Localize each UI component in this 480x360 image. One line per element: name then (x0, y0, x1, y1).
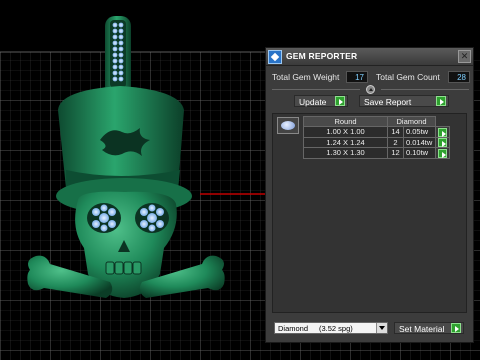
gem-size: 1.24 X 1.24 (303, 136, 388, 149)
gem-count: 14 (387, 126, 404, 138)
gem-weight: 0.10tw (403, 147, 436, 159)
panel-title: GEM REPORTER (286, 51, 358, 61)
column-header-material: Diamond (387, 116, 436, 127)
table-row[interactable]: 1.24 X 1.24 2 0.014tw (303, 136, 450, 149)
material-specific-gravity: (3.52 spg) (319, 324, 353, 333)
total-count-field: 28 (448, 71, 470, 83)
column-header-shape: Round (303, 116, 388, 127)
update-button-label: Update (299, 97, 327, 107)
total-weight-field: 17 (346, 71, 368, 83)
set-material-button[interactable]: Set Material (394, 322, 464, 334)
gem-count: 2 (387, 136, 404, 149)
gem-table: Round Diamond 1.00 X 1.00 14 0.05tw 1.24… (303, 116, 450, 159)
collapse-up-icon[interactable] (366, 85, 375, 94)
gem-list: Round Diamond 1.00 X 1.00 14 0.05tw 1.24… (272, 113, 467, 313)
gem-size: 1.00 X 1.00 (303, 126, 388, 138)
gem-size: 1.30 X 1.30 (303, 147, 388, 159)
save-report-button[interactable]: Save Report (359, 95, 449, 107)
play-arrow-icon[interactable] (438, 127, 447, 137)
play-arrow-icon (436, 96, 446, 106)
save-report-button-label: Save Report (364, 97, 412, 107)
gem-weight: 0.05tw (403, 126, 436, 138)
gem-reporter-icon (268, 50, 282, 64)
gem-weight: 0.014tw (403, 136, 436, 149)
play-arrow-icon[interactable] (438, 148, 447, 158)
total-count-label: Total Gem Count (376, 72, 440, 82)
round-gem-icon[interactable] (277, 117, 299, 134)
total-weight-label: Total Gem Weight (272, 72, 340, 82)
gem-reporter-panel: GEM REPORTER ✕ Total Gem Weight 17 Total… (265, 47, 474, 343)
table-header-row: Round Diamond (303, 116, 450, 127)
play-arrow-icon[interactable] (438, 138, 447, 148)
table-row[interactable]: 1.30 X 1.30 12 0.10tw (303, 147, 450, 159)
chevron-down-icon[interactable] (376, 323, 387, 333)
table-row[interactable]: 1.00 X 1.00 14 0.05tw (303, 126, 450, 138)
material-name: Diamond (278, 324, 309, 333)
play-arrow-icon (335, 96, 345, 106)
play-arrow-icon (451, 323, 461, 333)
panel-titlebar[interactable]: GEM REPORTER ✕ (266, 48, 473, 66)
update-button[interactable]: Update (294, 95, 348, 107)
gem-count: 12 (387, 147, 404, 159)
set-material-button-label: Set Material (399, 324, 445, 334)
material-select[interactable]: Diamond (3.52 spg) (274, 322, 388, 334)
close-button[interactable]: ✕ (458, 50, 471, 63)
